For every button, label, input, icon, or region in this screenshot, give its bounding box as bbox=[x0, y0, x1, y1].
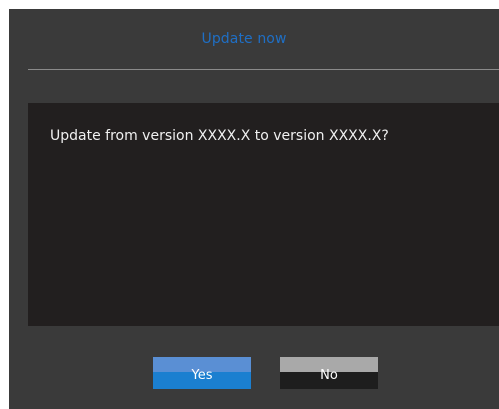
update-message: Update from version XXXX.X to version XX… bbox=[50, 128, 389, 144]
dialog-title: Update now bbox=[201, 31, 287, 47]
title-divider bbox=[28, 69, 499, 70]
no-button[interactable]: No bbox=[280, 357, 378, 389]
no-button-label: No bbox=[320, 367, 338, 383]
yes-button[interactable]: Yes bbox=[153, 357, 251, 389]
message-panel: Update from version XXXX.X to version XX… bbox=[28, 103, 499, 326]
update-dialog: Update now Update from version XXXX.X to… bbox=[9, 9, 499, 409]
yes-button-label: Yes bbox=[191, 367, 213, 383]
